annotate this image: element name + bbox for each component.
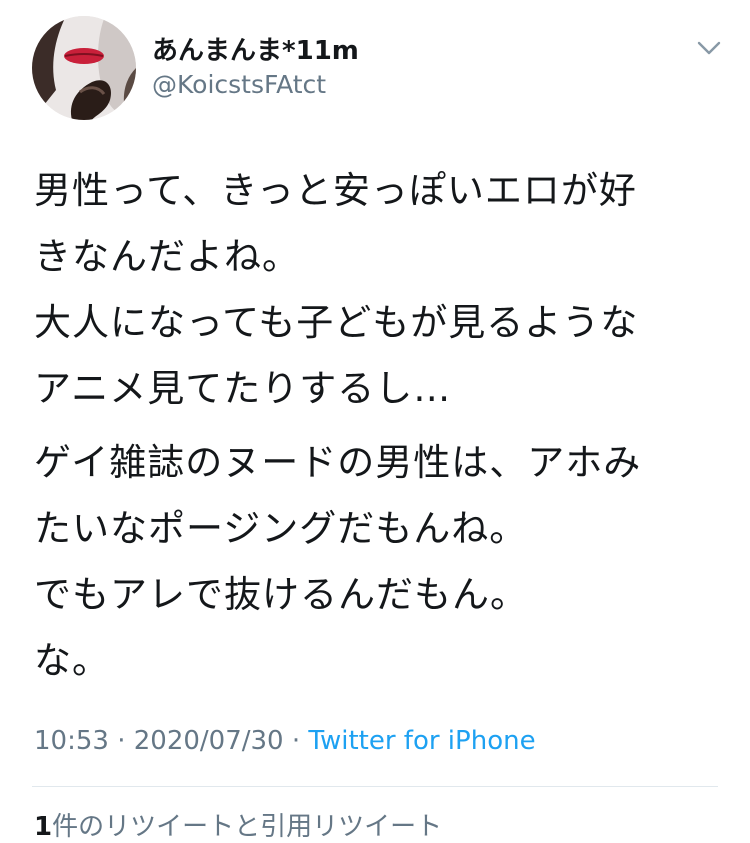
tweet-time: 10:53 — [34, 726, 109, 756]
tweet-paragraph: 男性って、きっと安っぽいエロが好 きなんだよね。 大人になっても子どもが見るよう… — [34, 158, 724, 422]
avatar-photo — [32, 16, 136, 120]
tweet-line: 大人になっても子どもが見るような — [34, 301, 639, 344]
tweet-line: アニメ見てたりするし… — [34, 367, 452, 410]
tweet-line: でもアレで抜けるんだもん。 — [34, 573, 528, 616]
tweet-text: 男性って、きっと安っぽいエロが好 きなんだよね。 大人になっても子どもが見るよう… — [34, 158, 724, 694]
retweet-count: 1 — [34, 812, 53, 842]
user-handle[interactable]: @KoicstsFAtct — [152, 70, 326, 99]
tweet-line: 男性って、きっと安っぽいエロが好 — [34, 169, 637, 212]
tweet-line: きなんだよね。 — [34, 235, 300, 278]
tweet-source-link[interactable]: Twitter for iPhone — [308, 726, 535, 756]
avatar[interactable] — [32, 16, 136, 120]
tweet-paragraph: ゲイ雑誌のヌードの男性は、アホみ たいなポージングだもんね。 でもアレで抜けるん… — [34, 430, 724, 694]
tweet-line: ゲイ雑誌のヌードの男性は、アホみ — [34, 441, 642, 484]
meta-separator: · — [291, 726, 301, 756]
retweets-link[interactable]: 1件のリツイートと引用リツイート — [34, 806, 442, 843]
tweet-date: 2020/07/30 — [133, 726, 284, 756]
chevron-down-icon[interactable] — [694, 36, 724, 60]
retweet-label: 件のリツイートと引用リツイート — [52, 812, 443, 842]
divider — [32, 786, 718, 787]
tweet-meta: 10:53 · 2020/07/30 · Twitter for iPhone — [34, 726, 536, 756]
tweet-line: な。 — [34, 639, 110, 682]
display-name[interactable]: あんまんま*11m — [152, 30, 359, 67]
tweet-line: たいなポージングだもんね。 — [34, 507, 528, 550]
meta-separator: · — [117, 726, 126, 756]
